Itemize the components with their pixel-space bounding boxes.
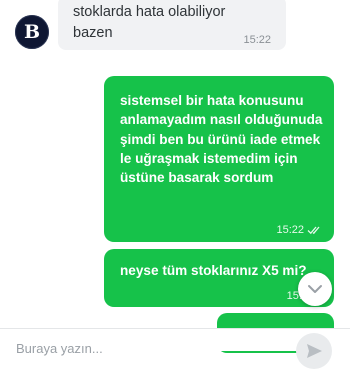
incoming-message-text: stoklarda hata olabiliyor bazen: [73, 4, 226, 41]
outgoing-message-text: neyse tüm stoklarınız X5 mi?: [120, 263, 307, 278]
double-check-icon: [307, 226, 320, 235]
send-icon: [307, 344, 322, 358]
message-composer: Buraya yazın...: [0, 328, 350, 369]
chevron-down-icon: [308, 285, 322, 293]
send-button[interactable]: [296, 333, 332, 369]
scroll-down-button[interactable]: [298, 272, 332, 306]
chat-view: B stoklarda hata olabiliyor bazen 15:22 …: [0, 0, 350, 369]
outgoing-message[interactable]: sistemsel bir hata konusunu anlamayadım …: [104, 76, 334, 242]
outgoing-message-time: 15:22: [276, 224, 304, 236]
incoming-message[interactable]: stoklarda hata olabiliyor bazen 15:22: [58, 0, 286, 50]
outgoing-message[interactable]: neyse tüm stoklarınız X5 mi? 15:2: [104, 249, 334, 307]
outgoing-message-text: sistemsel bir hata konusunu anlamayadım …: [120, 93, 323, 186]
avatar-letter: B: [23, 21, 41, 43]
message-input[interactable]: Buraya yazın...: [16, 341, 103, 356]
contact-avatar[interactable]: B: [15, 15, 49, 49]
incoming-message-time: 15:22: [243, 34, 271, 46]
